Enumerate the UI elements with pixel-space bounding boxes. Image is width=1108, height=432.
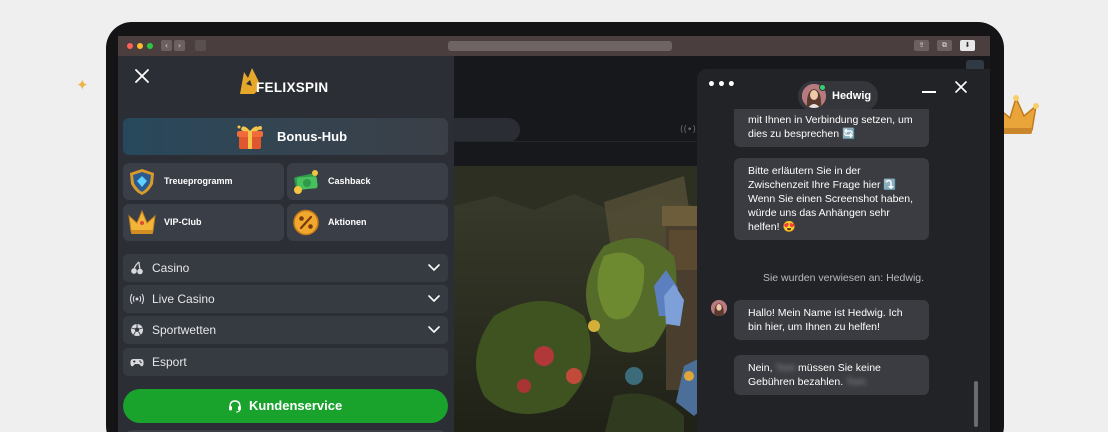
menu-item-label: Esport xyxy=(152,355,187,369)
menu-item-live-casino[interactable]: Live Casino xyxy=(123,285,448,313)
sparkle-icon: ✦ xyxy=(76,76,89,94)
chat-widget: ••• Hedwig mit Ihnen in Verbindung setze… xyxy=(697,69,990,432)
window-zoom-button[interactable] xyxy=(147,43,153,49)
percent-icon xyxy=(293,209,319,236)
sidebar-menu: FELIXSPIN Bonus-Hub Treueprogramm Cashba… xyxy=(118,56,454,432)
message-text: Hallo! Mein Name ist Hedwig. Ich bin hie… xyxy=(748,307,903,333)
shield-diamond-icon xyxy=(130,169,154,195)
broadcast-icon xyxy=(130,293,144,305)
back-icon[interactable]: ‹ xyxy=(161,40,172,51)
redacted-name: Tom xyxy=(845,376,866,388)
minimize-icon[interactable] xyxy=(922,91,936,93)
bonus-hub-label: Bonus-Hub xyxy=(277,129,348,144)
tile-aktionen[interactable]: Aktionen xyxy=(287,204,448,241)
laptop-screen: ‹ › ⇪ ⧉ ⬇ ((•)) FELIXSPIN Bonus-Hub Treu… xyxy=(118,36,990,432)
tile-vip-club[interactable]: VIP-Club xyxy=(123,204,284,241)
online-status-icon xyxy=(819,84,826,91)
sidebar-toggle-icon[interactable] xyxy=(195,40,206,51)
agent-portrait-icon xyxy=(711,300,727,316)
crown-icon xyxy=(128,209,156,234)
window-minimize-button[interactable] xyxy=(137,43,143,49)
share-icon[interactable]: ⇪ xyxy=(914,40,929,51)
chat-message: mit Ihnen in Verbindung setzen, um dies … xyxy=(734,109,929,147)
redacted-name: Tom xyxy=(775,362,796,374)
agent-message-avatar xyxy=(711,300,727,316)
heart-eyes-emoji-icon: 😍 xyxy=(782,221,796,233)
menu-item-label: Sportwetten xyxy=(152,323,217,337)
chat-close-icon[interactable] xyxy=(955,81,967,93)
chat-message: Hallo! Mein Name ist Hedwig. Ich bin hie… xyxy=(734,300,929,340)
tile-label: VIP-Club xyxy=(164,217,202,227)
window-close-button[interactable] xyxy=(127,43,133,49)
menu-item-sportwetten[interactable]: Sportwetten xyxy=(123,316,448,344)
cherries-icon xyxy=(131,261,143,275)
close-icon[interactable] xyxy=(133,67,151,85)
tile-cashback[interactable]: Cashback xyxy=(287,163,448,200)
chat-scrollbar[interactable] xyxy=(974,381,978,427)
system-message: Sie wurden verwiesen an: Hedwig. xyxy=(762,272,925,284)
message-text: Bitte erläutern Sie in der Zwischenzeit … xyxy=(748,165,881,191)
agent-header: Hedwig xyxy=(798,81,878,111)
tile-treueprogramm[interactable]: Treueprogramm xyxy=(123,163,284,200)
headset-icon xyxy=(229,400,241,413)
swap-emoji-icon: 🔄 xyxy=(841,128,856,140)
brand-logo[interactable]: FELIXSPIN xyxy=(236,66,340,100)
menu-item-label: Casino xyxy=(152,261,190,275)
game-artwork xyxy=(454,166,724,432)
cash-icon xyxy=(294,170,318,194)
chevron-down-icon xyxy=(428,264,440,272)
game-search-bar[interactable] xyxy=(454,118,520,142)
menu-item-label: Live Casino xyxy=(152,292,215,306)
kundenservice-label: Kundenservice xyxy=(249,398,343,413)
message-text: Nein, xyxy=(748,362,773,374)
download-icon[interactable]: ⬇ xyxy=(960,40,975,51)
chat-message: Bitte erläutern Sie in der Zwischenzeit … xyxy=(734,158,929,240)
address-bar[interactable] xyxy=(448,41,672,51)
menu-item-casino[interactable]: Casino xyxy=(123,254,448,282)
tile-label: Cashback xyxy=(328,176,371,186)
tabs-icon[interactable]: ⧉ xyxy=(937,40,952,51)
message-text: Wenn Sie einen Screenshot haben, würde u… xyxy=(748,193,914,233)
arrow-emoji-icon: ⤵️ xyxy=(883,179,897,191)
browser-toolbar: ‹ › ⇪ ⧉ ⬇ xyxy=(118,36,990,56)
gamepad-icon xyxy=(130,359,144,367)
chevron-down-icon xyxy=(428,326,440,334)
soccer-ball-icon xyxy=(131,324,143,336)
kundenservice-button[interactable]: Kundenservice xyxy=(123,389,448,423)
bonus-hub-button[interactable]: Bonus-Hub xyxy=(123,118,448,155)
message-text: mit Ihnen in Verbindung setzen, um dies … xyxy=(748,114,913,140)
chat-message: Nein, Tom müssen Sie keine Gebühren beza… xyxy=(734,355,929,395)
tile-label: Treueprogramm xyxy=(164,176,233,186)
gift-box-icon xyxy=(237,125,263,149)
forward-icon[interactable]: › xyxy=(174,40,185,51)
menu-item-esport[interactable]: Esport xyxy=(123,348,448,376)
more-options-icon[interactable]: ••• xyxy=(707,77,737,93)
agent-name: Hedwig xyxy=(832,90,872,102)
stage: ✦ ‹ › ⇪ ⧉ ⬇ ((•)) FELIXSPIN Bonus-Hub Tr… xyxy=(0,0,1108,432)
chevron-down-icon xyxy=(428,295,440,303)
tile-label: Aktionen xyxy=(328,217,367,227)
brand-name: FELIXSPIN xyxy=(256,80,329,95)
